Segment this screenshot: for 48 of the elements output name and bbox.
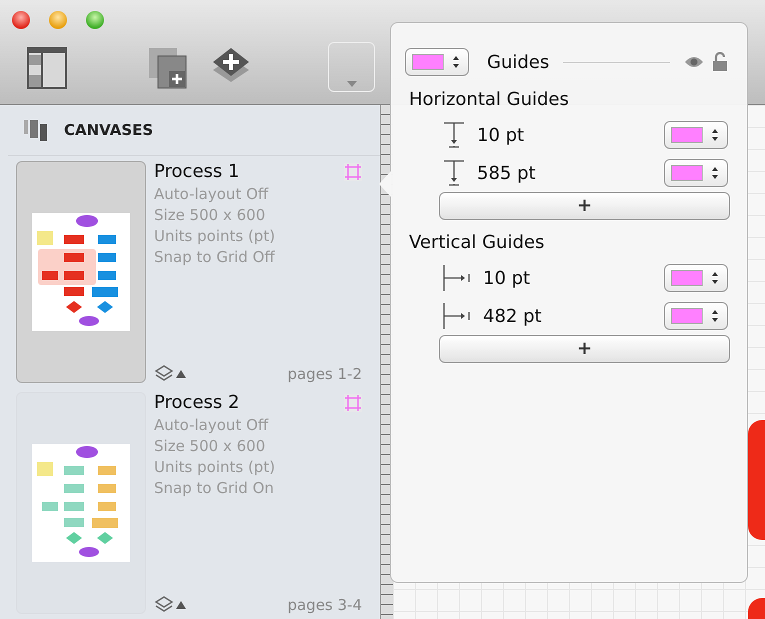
canvas-detail: Auto-layout Off — [154, 184, 270, 205]
canvas-item[interactable]: Process 2 Auto-layout Off Size 500 x 600 Units points (pt) Snap to Grid On pages 3-4 — [8, 387, 380, 618]
add-canvas-icon[interactable] — [149, 47, 187, 89]
page-range: pages 3-4 — [287, 596, 362, 614]
add-guide-button[interactable]: + — [439, 192, 730, 220]
popover-title: Guides — [487, 52, 550, 72]
canvas-name: Process 2 — [154, 392, 240, 413]
canvas-detail: Auto-layout Off — [154, 415, 270, 436]
zoom-button[interactable] — [86, 11, 104, 29]
stepper-icon[interactable] — [452, 55, 460, 69]
canvas-detail: Units points (pt) — [154, 457, 276, 478]
canvas-detail: Size 500 x 600 — [154, 205, 266, 226]
color-picker[interactable] — [664, 302, 728, 330]
lock-icon[interactable] — [712, 52, 728, 72]
guide-position: 10 pt — [483, 268, 532, 288]
guide-position: 10 pt — [477, 124, 526, 146]
horizontal-guide-icon — [443, 160, 465, 186]
color-picker[interactable] — [664, 264, 728, 292]
stepper-icon[interactable] — [711, 166, 719, 180]
stepper-icon[interactable] — [711, 309, 719, 323]
guide-position: 585 pt — [477, 162, 537, 184]
close-button[interactable] — [12, 11, 30, 29]
canvases-icon — [24, 118, 48, 142]
guide-position: 482 pt — [483, 306, 543, 326]
stepper-icon[interactable] — [711, 128, 719, 142]
sidebar-icon[interactable] — [27, 47, 67, 89]
color-picker[interactable] — [405, 48, 469, 76]
canvas-name: Process 1 — [154, 161, 240, 182]
canvas-detail: Snap to Grid On — [154, 478, 275, 499]
add-guide-button[interactable]: + — [439, 335, 730, 363]
canvas-detail: Size 500 x 600 — [154, 436, 266, 457]
page-range: pages 1-2 — [287, 365, 362, 383]
caret-icon — [346, 81, 356, 87]
guides-icon[interactable] — [344, 162, 362, 180]
horizontal-guide-icon — [443, 122, 465, 148]
color-picker[interactable] — [664, 159, 728, 187]
stepper-icon[interactable] — [711, 271, 719, 285]
section-heading: Horizontal Guides — [409, 89, 570, 110]
color-picker[interactable] — [664, 121, 728, 149]
canvas-detail: Snap to Grid Off — [154, 247, 276, 268]
vertical-guide-icon — [443, 264, 471, 292]
guides-icon[interactable] — [344, 394, 362, 412]
section-heading: Vertical Guides — [409, 232, 546, 253]
canvas-detail: Units points (pt) — [154, 226, 276, 247]
canvas-item[interactable]: Process 1 Auto-layout Off Size 500 x 600 Units points (pt) Snap to Grid Off pages 1-2 — [8, 156, 380, 387]
sidebar-heading: CANVASES — [64, 121, 154, 139]
eye-icon[interactable] — [684, 55, 704, 69]
vertical-guide-icon — [443, 302, 471, 330]
